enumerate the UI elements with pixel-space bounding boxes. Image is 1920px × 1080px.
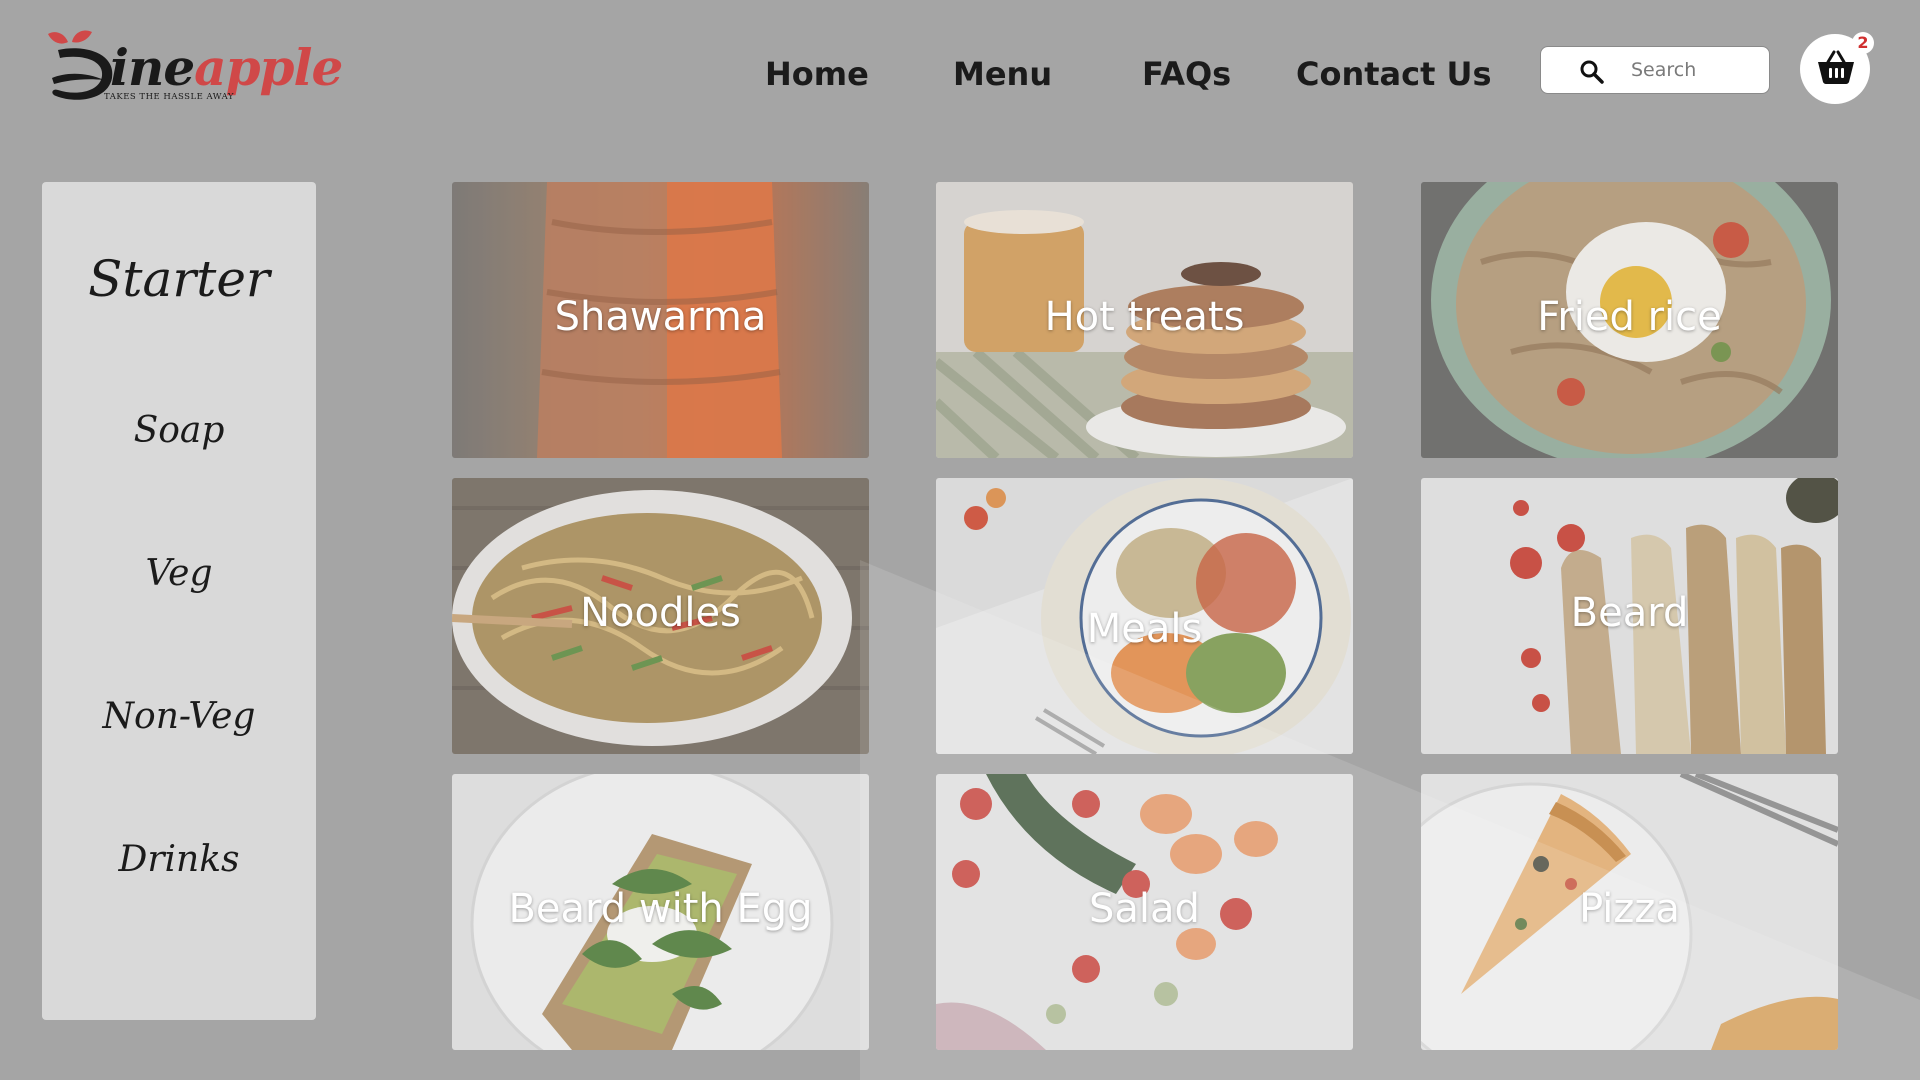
sidebar-item-veg[interactable]: Veg xyxy=(42,553,316,594)
nav-menu[interactable]: Menu xyxy=(953,52,1052,96)
dish-card-hot-treats[interactable]: Hot treats xyxy=(936,182,1353,458)
dish-label: Hot treats xyxy=(1044,294,1245,340)
nav-home[interactable]: Home xyxy=(765,52,869,96)
dish-card-fried-rice[interactable]: Fried rice xyxy=(1421,182,1838,458)
dish-card-salad[interactable]: Salad xyxy=(936,774,1353,1050)
dish-label: Meals xyxy=(1086,606,1203,652)
dish-card-meals[interactable]: Meals xyxy=(936,478,1353,754)
nav-faqs[interactable]: FAQs xyxy=(1142,52,1231,96)
cart-count-badge: 2 xyxy=(1852,32,1874,54)
sidebar-item-soap[interactable]: Soap xyxy=(42,410,316,451)
dish-label: Pizza xyxy=(1579,886,1680,932)
cart-button[interactable]: 2 xyxy=(1800,32,1874,104)
dish-card-beard-with-egg[interactable]: Beard with Egg xyxy=(452,774,869,1050)
nav-contact-us[interactable]: Contact Us xyxy=(1296,52,1492,96)
dish-label: Fried rice xyxy=(1537,294,1722,340)
dish-label: Noodles xyxy=(580,590,741,636)
search-box[interactable] xyxy=(1540,46,1770,94)
dish-card-shawarma[interactable]: Shawarma xyxy=(452,182,869,458)
dish-card-noodles[interactable]: Noodles xyxy=(452,478,869,754)
category-sidebar: Starter Soap Veg Non-Veg Drinks xyxy=(42,182,316,1020)
basket-icon xyxy=(1818,50,1854,84)
search-input[interactable] xyxy=(1631,57,1761,83)
dish-card-pizza[interactable]: Pizza xyxy=(1421,774,1838,1050)
dish-label: Salad xyxy=(1089,886,1200,932)
sidebar-title-starter[interactable]: Starter xyxy=(42,250,316,308)
sidebar-item-non-veg[interactable]: Non-Veg xyxy=(42,696,316,737)
dish-card-beard[interactable]: Beard xyxy=(1421,478,1838,754)
sidebar-item-drinks[interactable]: Drinks xyxy=(42,839,316,880)
dish-label: Beard xyxy=(1570,590,1689,636)
dish-label: Beard with Egg xyxy=(508,886,813,932)
dish-label: Shawarma xyxy=(554,294,767,340)
search-icon[interactable] xyxy=(1579,59,1605,85)
